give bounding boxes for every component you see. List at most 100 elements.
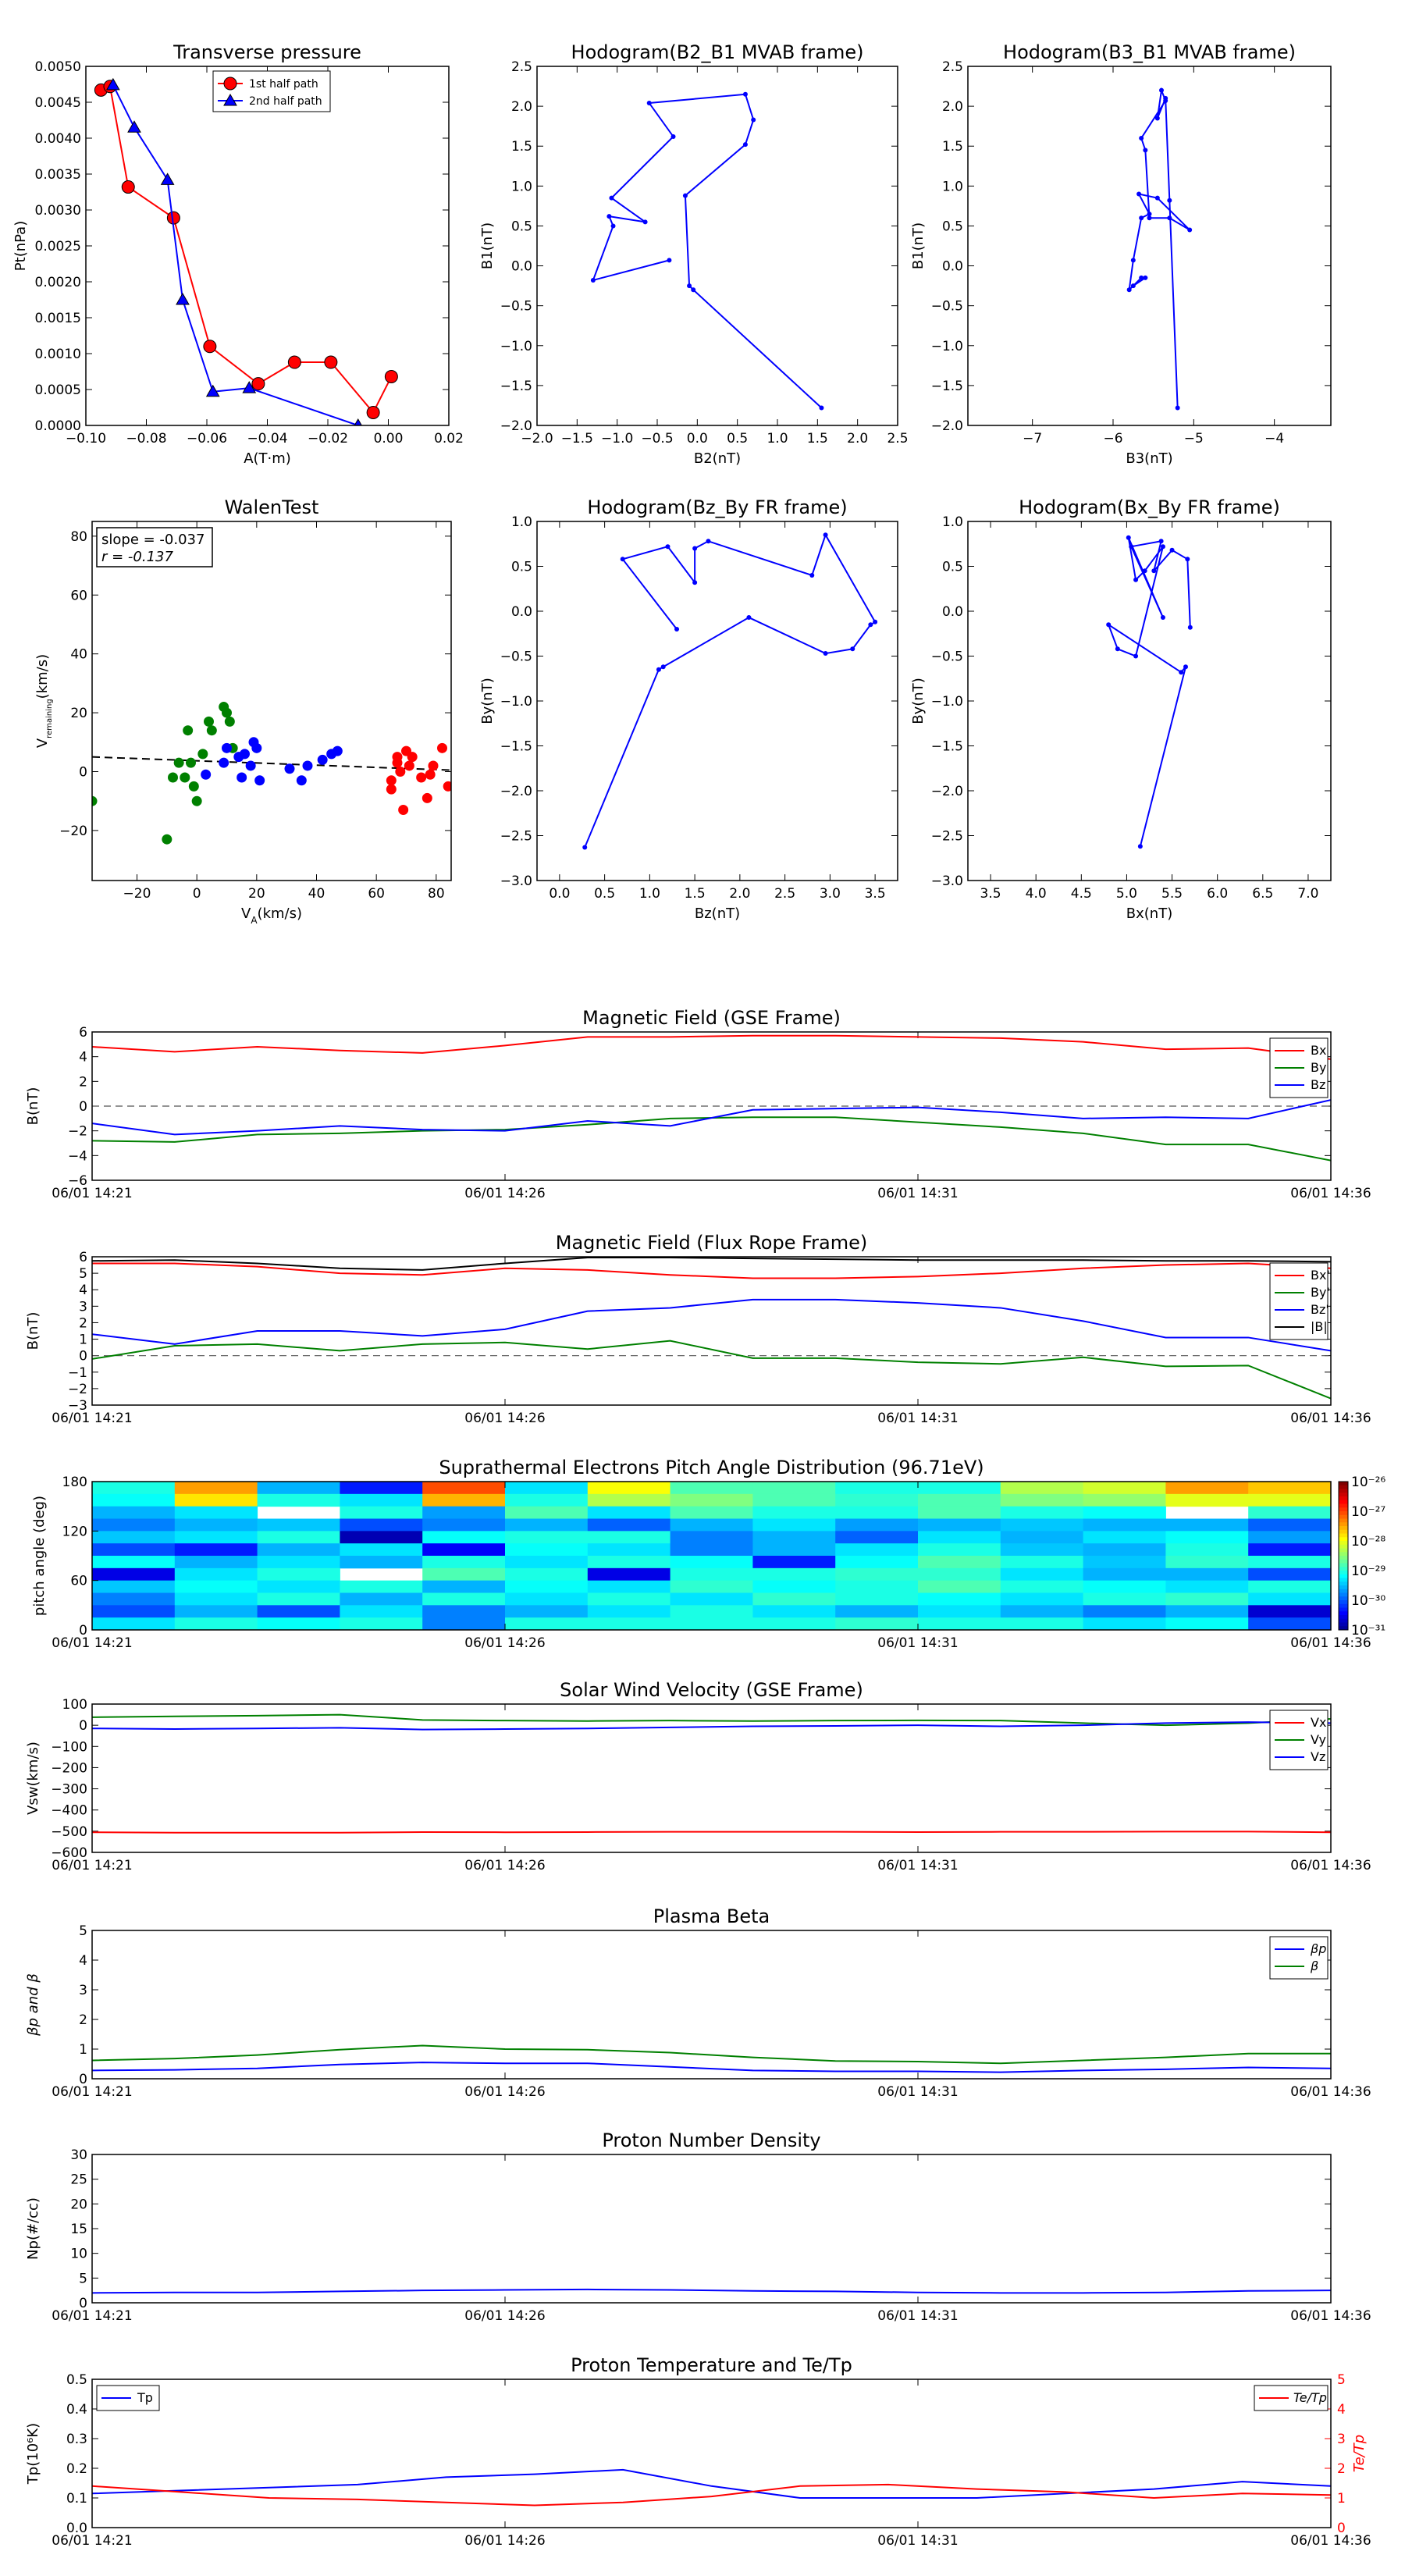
heatmap-cell xyxy=(505,1518,589,1532)
heatmap-cell xyxy=(587,1518,671,1532)
y-tick-label: 0 xyxy=(79,2296,87,2311)
y-tick-label: 4 xyxy=(79,1283,87,1298)
x-axis-label: Bx(nT) xyxy=(1126,906,1172,922)
colorbar-step xyxy=(1339,1603,1348,1608)
colorbar-step xyxy=(1339,1485,1348,1489)
colorbar-step xyxy=(1339,1596,1348,1601)
y-tick-label: −1.5 xyxy=(500,739,532,755)
scatter-point xyxy=(332,745,343,756)
y-tick-label: 0.4 xyxy=(66,2402,87,2418)
scatter-point xyxy=(398,805,409,816)
marker-point xyxy=(687,283,692,289)
x-tick-label: 7.0 xyxy=(1297,886,1318,902)
heatmap-cell xyxy=(1165,1580,1249,1593)
heatmap-cell xyxy=(1165,1518,1249,1532)
y-tick-label: −2.5 xyxy=(500,829,532,845)
heatmap-cell xyxy=(835,1543,919,1557)
colorbar-label: 10⁻²⁷ xyxy=(1351,1504,1385,1520)
x-tick-label: 0.0 xyxy=(687,431,708,447)
x-axis-label: B2(nT) xyxy=(694,450,741,467)
series-line xyxy=(592,93,823,409)
annotation-r: r = -0.137 xyxy=(101,549,173,565)
y-tick-label: −500 xyxy=(51,1824,87,1840)
heatmap-cell xyxy=(918,1567,1001,1582)
heatmap-cell xyxy=(1248,1567,1332,1582)
x-tick-label: 3.0 xyxy=(820,886,841,902)
heatmap-cell xyxy=(174,1506,258,1519)
heatmap-cell xyxy=(505,1605,589,1618)
colorbar-step xyxy=(1339,1571,1348,1575)
legend-label: Vy xyxy=(1311,1732,1326,1747)
x-tick-label: 06/01 14:21 xyxy=(52,1635,132,1651)
x-tick-label: 1.5 xyxy=(685,886,706,902)
marker-point xyxy=(682,193,688,198)
colorbar-label: 10⁻²⁸ xyxy=(1351,1534,1385,1550)
x-tick-label: 2.5 xyxy=(887,431,908,447)
y-tick-label: −200 xyxy=(51,1760,87,1776)
heatmap-cell xyxy=(587,1493,671,1507)
heatmap-cell xyxy=(505,1567,589,1582)
y-tick-label: −4 xyxy=(68,1148,87,1164)
marker-point xyxy=(1143,275,1148,280)
heatmap-cell xyxy=(1083,1543,1166,1557)
heatmap-cell xyxy=(1083,1506,1166,1519)
heatmap-cell xyxy=(1165,1543,1249,1557)
series-0 xyxy=(1126,87,1193,411)
scatter-point xyxy=(237,772,247,783)
y-tick-label: 1.0 xyxy=(511,179,532,194)
marker-point xyxy=(1143,148,1148,153)
heatmap-cell xyxy=(1083,1605,1166,1618)
x-tick-label: 2.5 xyxy=(774,886,795,902)
y-tick-label: 1 xyxy=(79,1332,87,1348)
x-tick-label: 60 xyxy=(368,886,385,902)
heatmap-cell xyxy=(340,1506,423,1519)
x-tick-label: 3.5 xyxy=(980,886,1001,902)
heatmap-cell xyxy=(340,1605,423,1618)
scatter-point xyxy=(245,760,256,771)
y-tick-label: 0.0010 xyxy=(35,347,81,362)
heatmap-cell xyxy=(670,1567,753,1582)
y-tick-label: 15 xyxy=(70,2222,87,2237)
marker-point xyxy=(1175,405,1180,411)
scatter-point xyxy=(191,795,202,806)
x-tick-label: 06/01 14:26 xyxy=(464,1635,545,1651)
y-tick-label: −0.5 xyxy=(500,299,532,315)
heatmap-cell xyxy=(835,1580,919,1593)
marker-point xyxy=(620,557,625,562)
heatmap-cell xyxy=(1165,1556,1249,1569)
heatmap-cell xyxy=(92,1482,176,1495)
x-tick-label: −0.06 xyxy=(187,431,227,447)
heatmap-cell xyxy=(174,1482,258,1495)
x-tick-label: 1.0 xyxy=(767,431,788,447)
x-tick-label: 06/01 14:31 xyxy=(877,2084,958,2100)
x-tick-label: −6 xyxy=(1103,431,1122,447)
heatmap-cell xyxy=(918,1531,1001,1544)
chart-magnetic-field-gse: Magnetic Field (GSE Frame) 06/01 14:21 06/… xyxy=(25,1007,1371,1201)
heatmap-cell xyxy=(92,1543,176,1557)
colorbar-step xyxy=(1339,1537,1348,1542)
colorbar-step xyxy=(1339,1607,1348,1612)
marker-point xyxy=(160,173,175,185)
y-axis-label: By(nT) xyxy=(910,678,927,724)
colorbar-step xyxy=(1339,1589,1348,1593)
y-tick-label: −0.5 xyxy=(931,649,963,665)
y-tick-label: −0.5 xyxy=(931,299,963,315)
x-tick-label: 06/01 14:36 xyxy=(1290,1858,1371,1873)
x-tick-label: 5.5 xyxy=(1161,886,1183,902)
y-tick-label: 2.0 xyxy=(942,99,963,115)
y-tick-label: 25 xyxy=(70,2172,87,2188)
heatmap-cell xyxy=(505,1580,589,1593)
plot-area xyxy=(582,532,878,850)
marker-point xyxy=(1167,215,1172,221)
colorbar-step xyxy=(1339,1559,1348,1564)
y-tick-label: 1.0 xyxy=(511,514,532,530)
heatmap-cell xyxy=(1083,1531,1166,1544)
marker-point xyxy=(819,405,824,411)
heatmap-cell xyxy=(505,1556,589,1569)
marker-point xyxy=(1183,664,1188,670)
heatmap-cell xyxy=(505,1531,589,1544)
x-tick-label: 2.0 xyxy=(729,886,750,902)
marker-point xyxy=(873,619,878,624)
y-tick-label: −2 xyxy=(68,1124,87,1140)
y-tick-label: −1.0 xyxy=(500,339,532,354)
